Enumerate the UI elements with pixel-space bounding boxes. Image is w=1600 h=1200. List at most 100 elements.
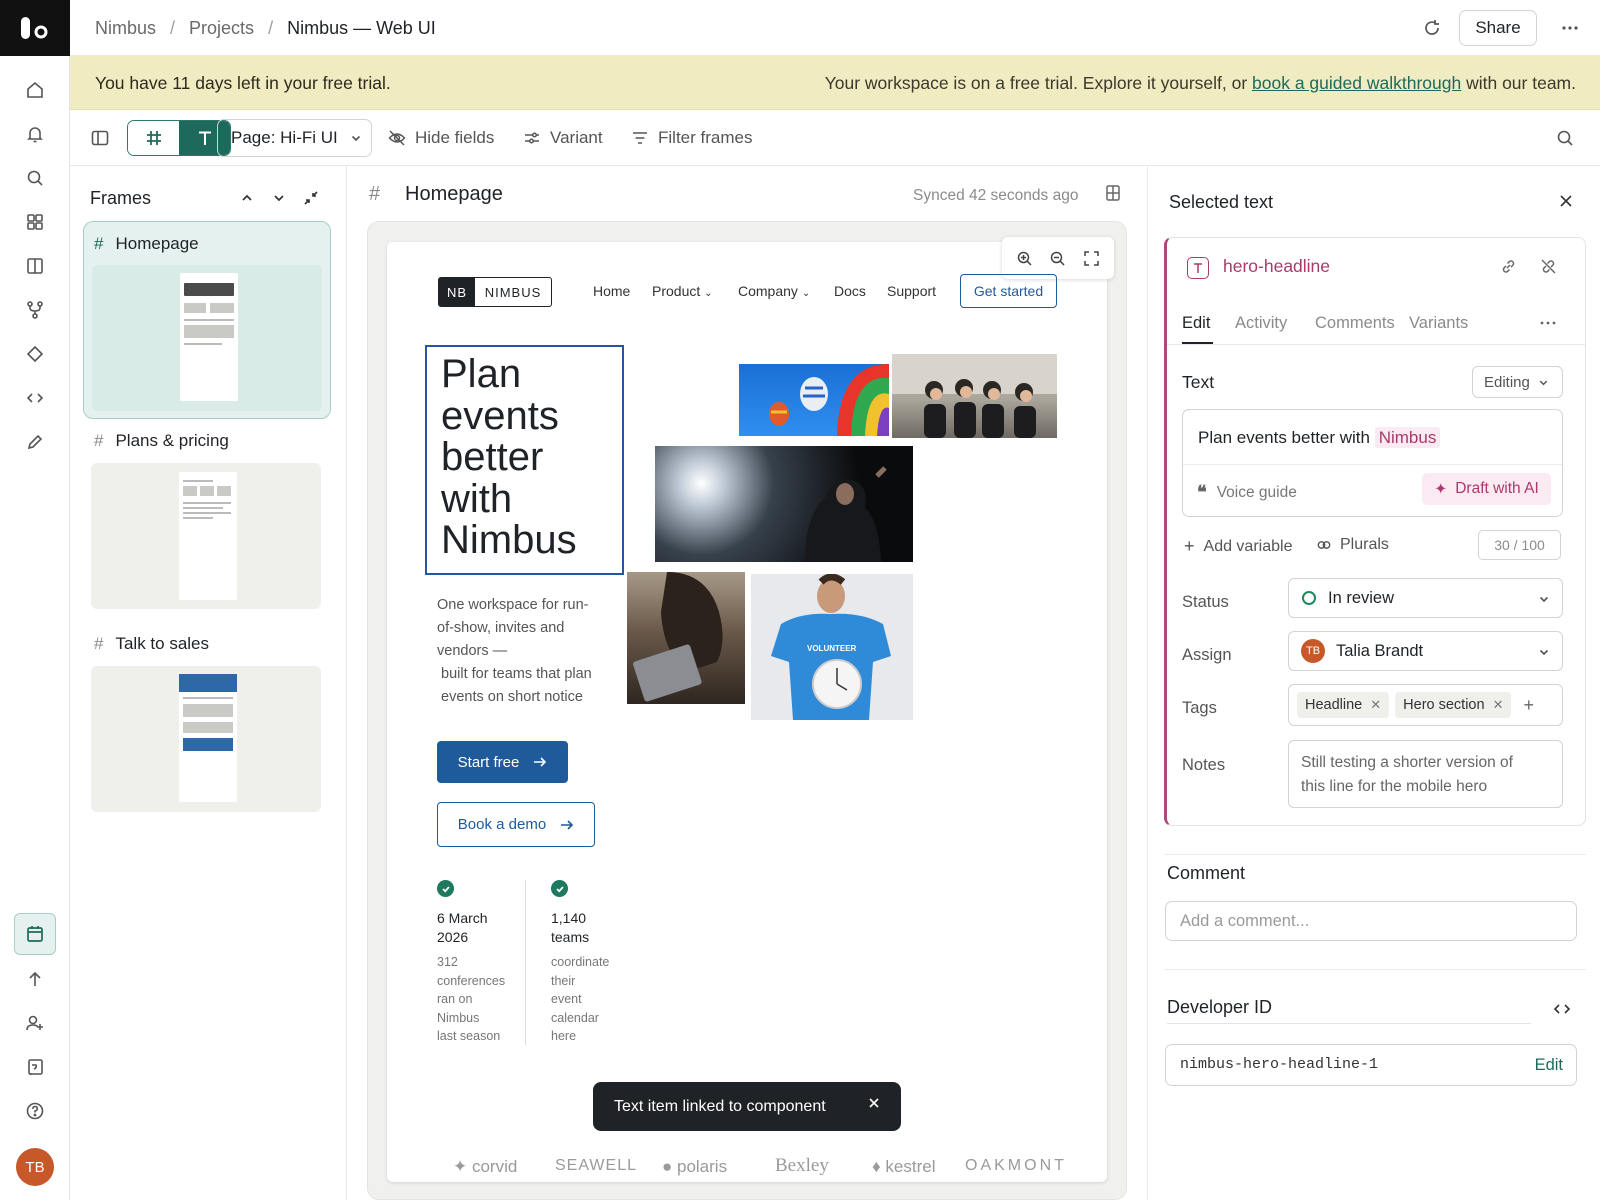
arrow-right-icon [561,819,574,830]
trial-info-text: Your workspace is on a free trial. Explo… [825,73,1576,94]
tab-edit[interactable]: Edit [1182,314,1210,333]
text-label: Text [1182,372,1215,392]
remove-tag-icon[interactable]: ✕ [1493,697,1504,713]
frame-mode-button[interactable] [128,121,179,155]
grid-icon[interactable] [20,207,50,237]
tab-variants[interactable]: Variants [1409,314,1468,333]
shirt-text: VOLUNTEER [807,644,857,653]
draft-with-ai-button[interactable]: ✦ Draft with AI [1422,473,1551,505]
close-icon[interactable] [867,1096,881,1110]
comment-input[interactable] [1165,901,1577,941]
notes-field[interactable]: Still testing a shorter version of this … [1288,740,1563,808]
site-nav-docs[interactable]: Docs [834,283,866,299]
frame-item-homepage[interactable]: # Homepage [83,221,331,419]
status-select[interactable]: In review [1288,578,1563,618]
frame-text-toggle[interactable] [127,120,231,156]
refresh-icon[interactable] [1422,18,1442,38]
stat-value: 2026 [437,929,469,945]
editing-mode-select[interactable]: Editing [1472,366,1563,398]
close-panel-icon[interactable] [1558,193,1574,209]
text-value-editor[interactable]: Plan events better with Nimbus ❝ Voice gu… [1182,409,1563,517]
add-user-icon[interactable] [20,1008,50,1038]
remove-tag-icon[interactable]: ✕ [1370,697,1381,713]
hero-headline[interactable]: Plan events better with Nimbus [425,345,624,575]
zoom-controls [1002,237,1114,279]
search-icon[interactable] [20,163,50,193]
site-book-demo-button[interactable]: Book a demo [437,802,595,847]
developer-id-edit-button[interactable]: Edit [1535,1056,1563,1075]
assignee-select[interactable]: TB Talia Brandt [1288,631,1563,671]
brand-name: kestrel [885,1157,936,1176]
stat-caption: here [551,1029,577,1043]
code-toggle-icon[interactable] [1553,1002,1571,1016]
site-start-free-button[interactable]: Start free [437,741,568,783]
book-icon[interactable] [20,251,50,281]
hero-subtext[interactable]: One workspace for run- of-show, invites … [437,594,615,709]
site-get-started-button[interactable]: Get started [960,274,1057,308]
toolbar-search-icon[interactable] [1555,128,1575,148]
unlink-icon[interactable] [1540,258,1557,275]
diamond-icon[interactable] [20,339,50,369]
tab-activity[interactable]: Activity [1235,314,1287,333]
hide-fields-button[interactable]: Hide fields [388,124,494,152]
plurals-button[interactable]: Plurals [1317,536,1389,554]
frame-item-talk-to-sales[interactable]: # Talk to sales [94,634,209,654]
toolbar: Page: Hi-Fi UI Hide fields Variant Filte… [70,110,1600,166]
home-icon[interactable] [20,75,50,105]
breadcrumb-workspace[interactable]: Nimbus [95,18,156,38]
voice-guide-button[interactable]: ❝ Voice guide [1197,482,1297,503]
tab-comments[interactable]: Comments [1315,314,1395,333]
frame-thumbnail-sales[interactable] [91,666,321,812]
more-icon[interactable] [1560,18,1580,38]
site-nav-home[interactable]: Home [593,283,630,299]
filter-frames-button[interactable]: Filter frames [631,124,752,152]
chevron-down-icon: ⌄ [801,288,811,299]
app-logo[interactable] [0,0,70,56]
user-avatar[interactable]: TB [16,1148,54,1186]
add-tag-icon[interactable]: + [1523,695,1534,716]
canvas-frame-title: Homepage [405,183,503,205]
help-icon[interactable] [20,1096,50,1126]
zoom-in-icon[interactable] [1016,250,1033,267]
tags-field[interactable]: Headline ✕ Hero section ✕ + [1288,684,1563,726]
site-logo[interactable]: NB NIMBUS [438,277,552,307]
variant-button[interactable]: Variant [523,124,603,152]
chevron-up-icon[interactable] [240,191,254,205]
upload-icon[interactable] [20,964,50,994]
breadcrumb-projects[interactable]: Projects [189,18,254,38]
zoom-out-icon[interactable] [1049,250,1066,267]
collapse-icon[interactable] [303,190,319,206]
tab-more-icon[interactable] [1539,316,1557,330]
inbox-icon[interactable] [20,1052,50,1082]
site-nav-support[interactable]: Support [887,283,936,299]
site-nav-company[interactable]: Company ⌄ [738,283,810,299]
site-nav-product[interactable]: Product ⌄ [652,283,713,299]
bell-icon[interactable] [20,119,50,149]
layers-icon[interactable] [1105,184,1121,202]
variable-chip[interactable]: Nimbus [1374,427,1441,448]
left-rail: TB [0,0,70,1200]
text-type-icon [1187,257,1209,279]
frame-thumbnail-plans[interactable] [91,463,321,609]
tag-hero-section: Hero section ✕ [1395,692,1512,718]
text-item-card: hero-headline Edit Activity Comments Var… [1164,237,1586,826]
pencil-icon[interactable] [20,427,50,457]
page-select[interactable]: Page: Hi-Fi UI [217,119,372,157]
frame-item-plans-pricing[interactable]: # Plans & pricing [94,431,229,451]
developer-id-label: Developer ID [1167,997,1273,1017]
fullscreen-icon[interactable] [1083,250,1100,267]
walkthrough-link[interactable]: book a guided walkthrough [1252,73,1461,93]
calendar-icon[interactable] [14,913,56,955]
status-value: In review [1328,588,1395,607]
sidebar-toggle-icon[interactable] [90,128,110,148]
code-icon[interactable] [20,383,50,413]
branch-icon[interactable] [20,295,50,325]
hash-icon: # [94,234,104,253]
filter-icon [633,132,647,144]
share-button[interactable]: Share [1459,10,1537,46]
notes-label: Notes [1182,756,1226,774]
start-free-label: Start free [457,753,520,771]
chevron-down-icon[interactable] [272,191,286,205]
link-icon[interactable] [1500,258,1517,275]
add-variable-button[interactable]: + Add variable [1184,536,1292,557]
